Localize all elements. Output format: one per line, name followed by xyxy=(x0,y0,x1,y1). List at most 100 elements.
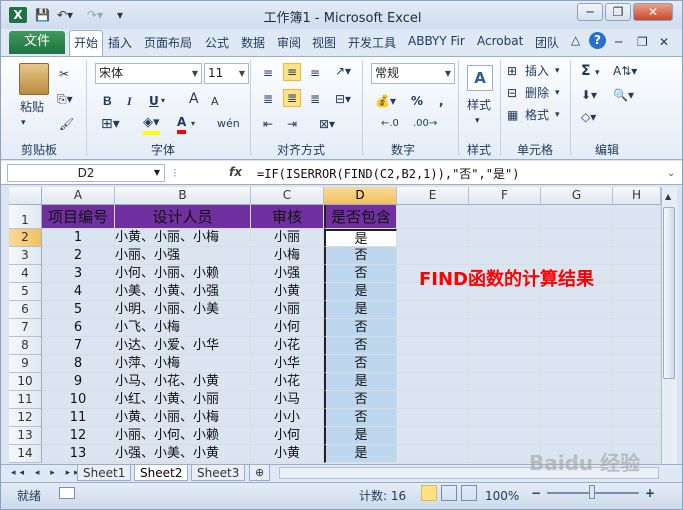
header-cell-b[interactable]: 设计人员 xyxy=(115,205,251,229)
delete-cells-button[interactable]: 删除 xyxy=(525,85,549,101)
comma-button[interactable]: , xyxy=(439,93,444,109)
format-dropdown-icon[interactable]: ▾ xyxy=(555,107,560,123)
empty-cell[interactable] xyxy=(397,355,469,373)
delete-dropdown-icon[interactable]: ▾ xyxy=(555,85,560,101)
empty-cell[interactable] xyxy=(613,427,661,445)
increase-indent-icon[interactable]: ⇥ xyxy=(287,116,297,132)
empty-cell[interactable] xyxy=(541,355,613,373)
empty-cell[interactable] xyxy=(541,373,613,391)
cell-a[interactable]: 12 xyxy=(42,427,115,445)
cell-d[interactable]: 是 xyxy=(324,445,397,463)
empty-cell[interactable] xyxy=(397,301,469,319)
select-all-button[interactable] xyxy=(9,187,42,205)
row-header[interactable]: 14 xyxy=(9,445,42,463)
row-header[interactable]: 5 xyxy=(9,283,42,301)
row-header[interactable]: 6 xyxy=(9,301,42,319)
empty-cell[interactable] xyxy=(469,301,541,319)
align-top-icon[interactable]: ≡ xyxy=(263,65,273,81)
cell-c[interactable]: 小黄 xyxy=(251,283,324,301)
page-layout-view-icon[interactable] xyxy=(441,485,457,501)
formula-input[interactable]: =IF(ISERROR(FIND(C2,B2,1)),"否","是") xyxy=(257,165,519,182)
inner-restore-button[interactable]: ❐ xyxy=(637,35,648,49)
empty-cell[interactable] xyxy=(397,205,469,229)
empty-cell[interactable] xyxy=(613,247,661,265)
empty-cell[interactable] xyxy=(469,427,541,445)
cell-b[interactable]: 小红、小黄、小丽 xyxy=(115,391,251,409)
cell-b[interactable]: 小何、小丽、小赖 xyxy=(115,265,251,283)
empty-cell[interactable] xyxy=(469,355,541,373)
cell-d[interactable]: 是 xyxy=(324,427,397,445)
empty-cell[interactable] xyxy=(469,319,541,337)
empty-cell[interactable] xyxy=(397,409,469,427)
cell-a[interactable]: 9 xyxy=(42,373,115,391)
cell-b[interactable]: 小丽、小何、小赖 xyxy=(115,427,251,445)
empty-cell[interactable] xyxy=(541,229,613,247)
row-header[interactable]: 4 xyxy=(9,265,42,283)
empty-cell[interactable] xyxy=(613,373,661,391)
cell-d[interactable]: 否 xyxy=(324,319,397,337)
cell-b[interactable]: 小飞、小梅 xyxy=(115,319,251,337)
row-header[interactable]: 8 xyxy=(9,337,42,355)
styles-icon[interactable]: A xyxy=(467,65,493,91)
empty-cell[interactable] xyxy=(469,373,541,391)
align-center-icon[interactable]: ≣ xyxy=(283,89,302,107)
font-size-combo[interactable]: 11 ▼ xyxy=(204,63,249,84)
empty-cell[interactable] xyxy=(469,205,541,229)
find-select-icon[interactable]: 🔍▾ xyxy=(613,87,634,103)
tab-abbyy[interactable]: ABBYY Fir xyxy=(408,34,465,48)
copy-icon[interactable]: ⎘▾ xyxy=(57,91,73,107)
underline-dropdown-icon[interactable]: ▾ xyxy=(161,93,165,109)
tab-formulas[interactable]: 公式 xyxy=(205,34,229,51)
format-painter-icon[interactable]: 🖌 xyxy=(59,116,74,132)
cell-a[interactable]: 3 xyxy=(42,265,115,283)
tab-developer[interactable]: 开发工具 xyxy=(348,34,396,51)
insert-function-button[interactable]: fx xyxy=(229,165,242,179)
empty-cell[interactable] xyxy=(469,337,541,355)
cell-b[interactable]: 小黄、小丽、小梅 xyxy=(115,409,251,427)
font-name-combo[interactable]: 宋体 ▼ xyxy=(95,63,202,84)
cell-c[interactable]: 小黄 xyxy=(251,445,324,463)
empty-cell[interactable] xyxy=(397,427,469,445)
column-header-b[interactable]: B xyxy=(115,187,251,205)
align-left-icon[interactable]: ≣ xyxy=(263,91,273,107)
tab-insert[interactable]: 插入 xyxy=(108,34,132,51)
cell-c[interactable]: 小何 xyxy=(251,319,324,337)
tab-team[interactable]: 团队 xyxy=(535,34,559,51)
increase-decimal-icon[interactable]: ←.0 xyxy=(381,116,399,132)
clear-icon[interactable]: ◇▾ xyxy=(581,109,596,125)
row-header[interactable]: 3 xyxy=(9,247,42,265)
cell-b[interactable]: 小萍、小梅 xyxy=(115,355,251,373)
zoom-in-button[interactable]: + xyxy=(645,485,655,501)
empty-cell[interactable] xyxy=(613,355,661,373)
sheet-tab-1[interactable]: Sheet1 xyxy=(77,465,132,481)
empty-cell[interactable] xyxy=(397,391,469,409)
zoom-slider-thumb[interactable] xyxy=(589,485,595,499)
cell-b[interactable]: 小马、小花、小黄 xyxy=(115,373,251,391)
grow-font-button[interactable]: A xyxy=(189,91,199,107)
format-cells-button[interactable]: 格式 xyxy=(525,107,549,123)
cell-c[interactable]: 小花 xyxy=(251,373,324,391)
header-cell-a[interactable]: 项目编号 xyxy=(42,205,115,229)
empty-cell[interactable] xyxy=(541,391,613,409)
italic-button[interactable]: I xyxy=(127,93,132,109)
row-header[interactable]: 12 xyxy=(9,409,42,427)
header-cell-c[interactable]: 审核 xyxy=(251,205,324,229)
sort-filter-icon[interactable]: A⇅▾ xyxy=(613,63,637,79)
cell-b[interactable]: 小黄、小丽、小梅 xyxy=(115,229,251,247)
cell-d[interactable]: 是 xyxy=(324,229,397,247)
empty-cell[interactable] xyxy=(541,301,613,319)
tab-data[interactable]: 数据 xyxy=(241,34,265,51)
empty-cell[interactable] xyxy=(469,409,541,427)
paste-icon[interactable] xyxy=(19,63,49,95)
column-header-f[interactable]: F xyxy=(469,187,541,205)
empty-cell[interactable] xyxy=(541,319,613,337)
cell-d[interactable]: 否 xyxy=(324,409,397,427)
styles-dropdown-icon[interactable]: ▾ xyxy=(475,113,480,129)
paste-dropdown-icon[interactable]: ▾ xyxy=(21,115,26,131)
empty-cell[interactable] xyxy=(469,247,541,265)
cell-d[interactable]: 是 xyxy=(324,373,397,391)
empty-cell[interactable] xyxy=(541,409,613,427)
empty-cell[interactable] xyxy=(541,337,613,355)
cell-d[interactable]: 否 xyxy=(324,265,397,283)
autosum-button[interactable]: Σ xyxy=(581,63,591,79)
